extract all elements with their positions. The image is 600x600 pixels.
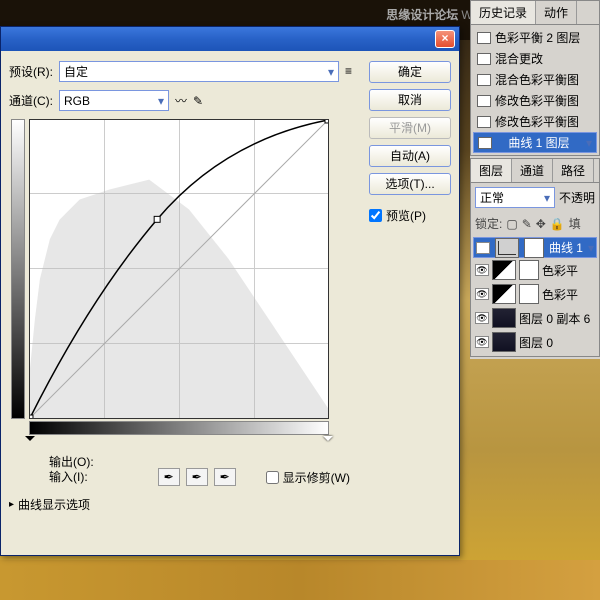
- layer-row[interactable]: 色彩平: [473, 282, 597, 306]
- show-clipping-checkbox[interactable]: 显示修剪(W): [266, 468, 350, 486]
- close-icon[interactable]: ×: [435, 30, 455, 48]
- history-item[interactable]: 混合色彩平衡图: [473, 69, 597, 90]
- tab-channels[interactable]: 通道: [512, 159, 553, 182]
- channel-label: 通道(C):: [9, 92, 53, 109]
- gray-eyedropper-icon[interactable]: ✒: [186, 468, 208, 486]
- tab-history[interactable]: 历史记录: [471, 1, 536, 24]
- black-point-slider[interactable]: [25, 436, 35, 446]
- lock-move-icon[interactable]: ✥: [536, 217, 546, 231]
- history-item[interactable]: 曲线 1 图层: [473, 132, 597, 153]
- curve-grid[interactable]: [29, 119, 329, 419]
- history-panel: 历史记录 动作 色彩平衡 2 图层混合更改混合色彩平衡图修改色彩平衡图修改色彩平…: [470, 0, 600, 156]
- ok-button[interactable]: 确定: [369, 61, 451, 83]
- smooth-button[interactable]: 平滑(M): [369, 117, 451, 139]
- visibility-icon[interactable]: [475, 264, 489, 276]
- tab-paths[interactable]: 路径: [553, 159, 594, 182]
- curve-line: [30, 120, 328, 418]
- history-item[interactable]: 色彩平衡 2 图层: [473, 27, 597, 48]
- channel-select[interactable]: RGB: [59, 90, 169, 111]
- layer-row[interactable]: 曲线 1: [473, 237, 597, 258]
- blend-mode-select[interactable]: 正常: [475, 187, 555, 208]
- preview-checkbox[interactable]: 预览(P): [369, 207, 451, 224]
- visibility-icon[interactable]: [475, 336, 489, 348]
- curve-display-options[interactable]: 曲线显示选项: [9, 496, 361, 513]
- curves-dialog: × 预设(R): 自定 ≡ 通道(C): RGB 〰 ✎: [0, 26, 460, 556]
- layer-row[interactable]: 色彩平: [473, 258, 597, 282]
- history-item[interactable]: 修改色彩平衡图: [473, 111, 597, 132]
- layer-row[interactable]: 图层 0 副本 6: [473, 306, 597, 330]
- background-image: [0, 560, 600, 600]
- preset-select[interactable]: 自定: [59, 61, 339, 82]
- auto-button[interactable]: 自动(A): [369, 145, 451, 167]
- white-eyedropper-icon[interactable]: ✒: [214, 468, 236, 486]
- visibility-icon[interactable]: [476, 242, 490, 254]
- options-button[interactable]: 选项(T)...: [369, 173, 451, 195]
- visibility-icon[interactable]: [475, 288, 489, 300]
- input-label: 输入(I):: [49, 468, 88, 486]
- history-item[interactable]: 修改色彩平衡图: [473, 90, 597, 111]
- lock-all-icon[interactable]: 🔒: [550, 217, 565, 231]
- tab-layers[interactable]: 图层: [471, 159, 512, 182]
- black-eyedropper-icon[interactable]: ✒: [158, 468, 180, 486]
- input-gradient: [29, 421, 329, 435]
- preset-label: 预设(R):: [9, 63, 53, 80]
- lock-paint-icon[interactable]: ✎: [522, 217, 532, 231]
- layers-panel: 图层 通道 路径 正常 不透明 锁定: ▢ ✎ ✥ 🔒 填 曲线 1色彩平色彩平…: [470, 158, 600, 357]
- output-gradient: [11, 119, 25, 419]
- tab-actions[interactable]: 动作: [536, 1, 577, 24]
- curve-tool-icon[interactable]: 〰: [175, 92, 187, 109]
- pencil-tool-icon[interactable]: ✎: [193, 94, 203, 108]
- titlebar[interactable]: ×: [1, 27, 459, 51]
- visibility-icon[interactable]: [475, 312, 489, 324]
- layer-row[interactable]: 图层 0: [473, 330, 597, 354]
- history-item[interactable]: 混合更改: [473, 48, 597, 69]
- opacity-label: 不透明: [559, 189, 595, 206]
- lock-pixels-icon[interactable]: ▢: [506, 217, 517, 231]
- white-point-slider[interactable]: [323, 436, 333, 446]
- cancel-button[interactable]: 取消: [369, 89, 451, 111]
- menu-icon[interactable]: ≡: [345, 64, 361, 80]
